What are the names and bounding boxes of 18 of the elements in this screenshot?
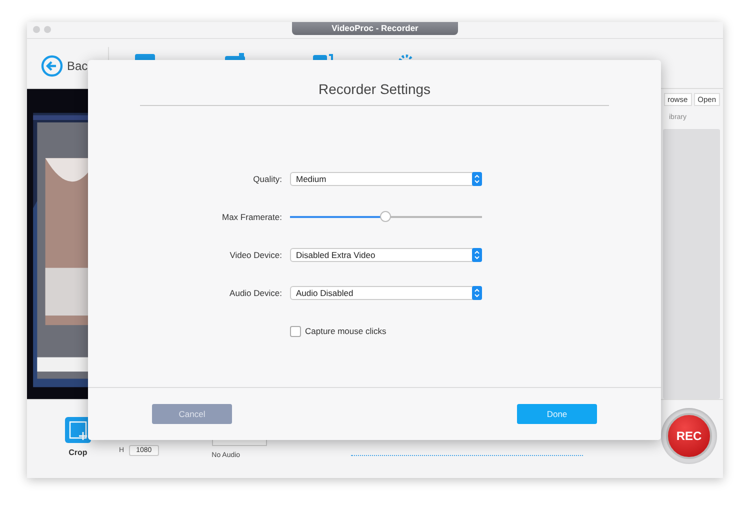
stepper-icon bbox=[472, 172, 482, 186]
stepper-icon bbox=[472, 286, 482, 300]
stepper-icon bbox=[472, 248, 482, 262]
window-title: VideoProc - Recorder bbox=[292, 22, 458, 35]
field-label: Video Device: bbox=[228, 250, 283, 260]
back-button[interactable]: Bac bbox=[41, 55, 88, 77]
dropdown[interactable]: Disabled Extra Video bbox=[290, 248, 482, 262]
dropdown[interactable]: Medium bbox=[290, 172, 482, 186]
crop-icon[interactable] bbox=[65, 417, 91, 443]
field-label: Audio Device: bbox=[228, 288, 283, 298]
dialog-title: Recorder Settings bbox=[317, 81, 432, 97]
record-button[interactable]: REC bbox=[666, 413, 712, 459]
field-label: Quality: bbox=[252, 174, 283, 184]
capture-clicks-checkbox[interactable]: Capture mouse clicks bbox=[290, 326, 386, 336]
slider-thumb[interactable] bbox=[380, 211, 391, 222]
field-label: Max Framerate: bbox=[221, 212, 283, 222]
dropdown[interactable]: Audio Disabled bbox=[290, 286, 482, 300]
crop-label: Crop bbox=[68, 448, 88, 457]
